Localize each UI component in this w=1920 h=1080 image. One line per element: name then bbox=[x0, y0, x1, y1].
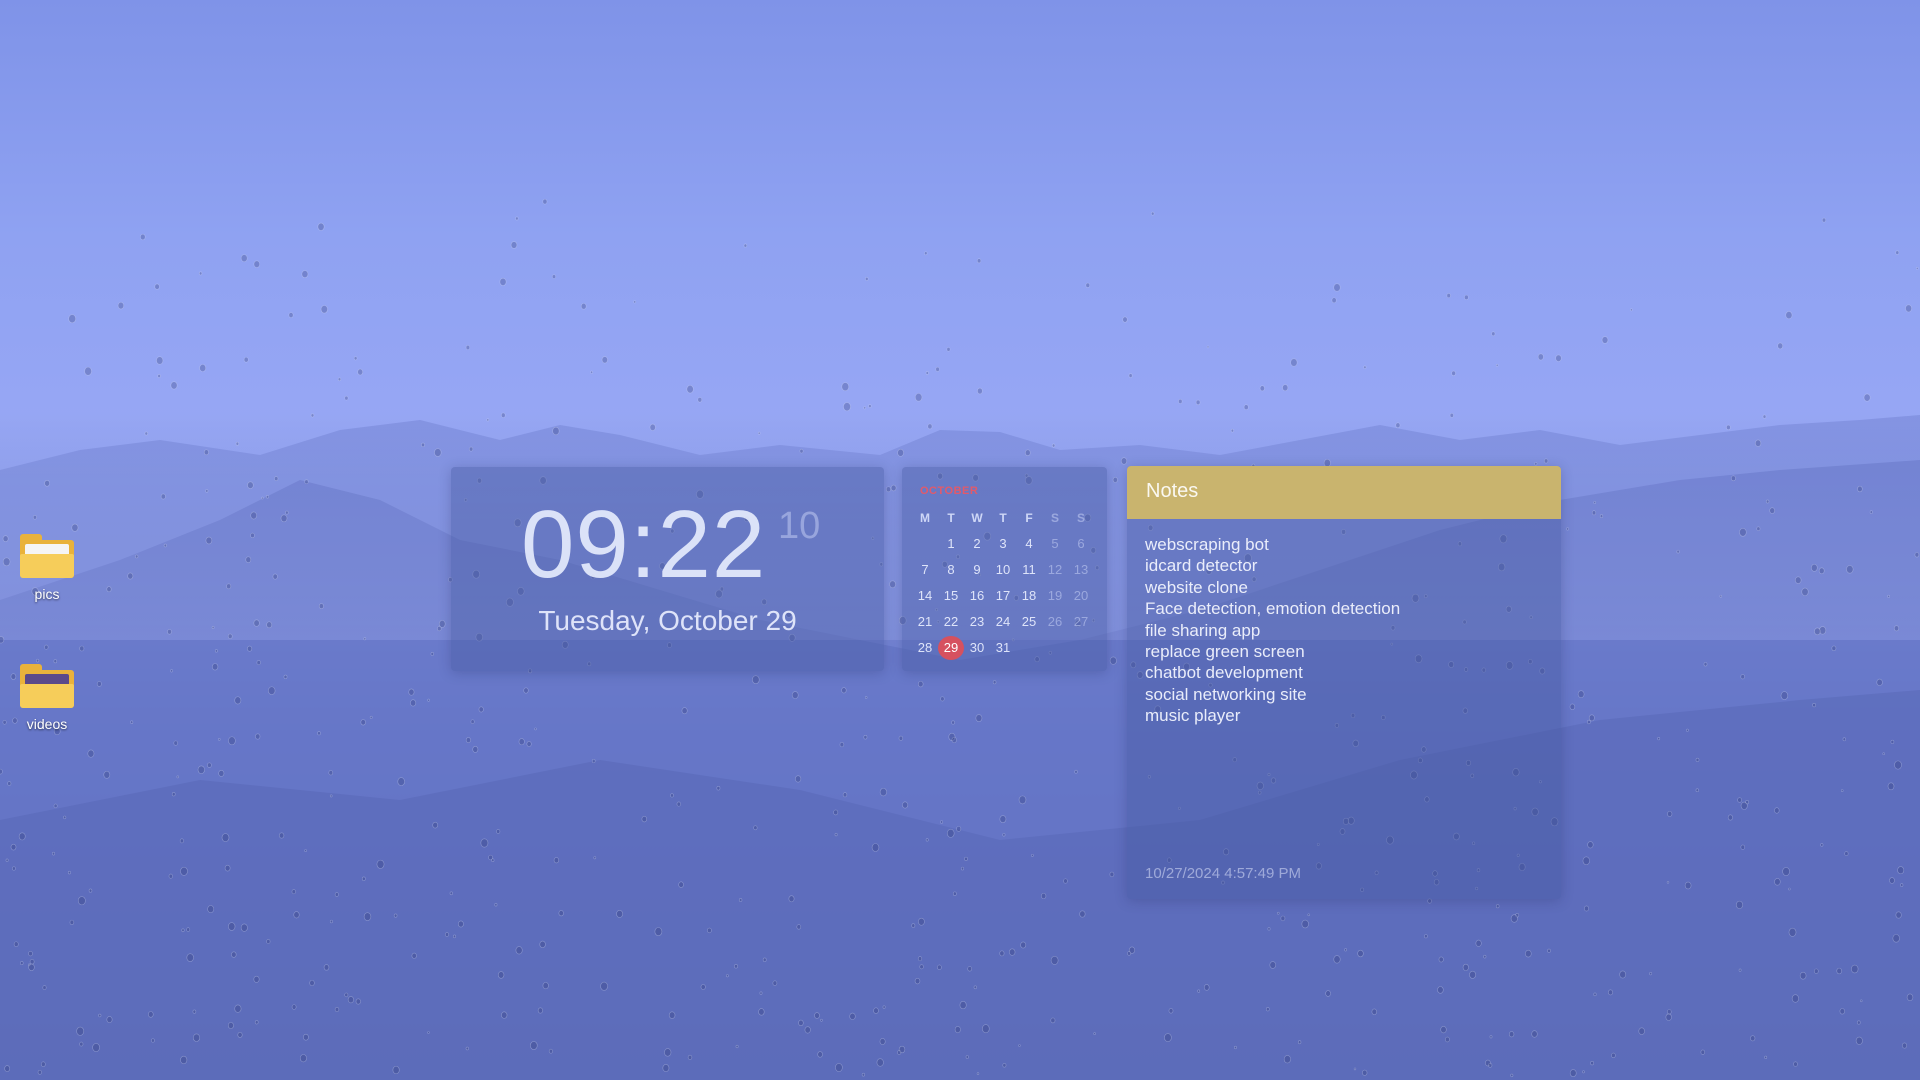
clock-time: 09:22 bbox=[521, 491, 767, 598]
calendar-day[interactable]: 4 bbox=[1016, 532, 1042, 556]
calendar-weekday: S bbox=[1076, 511, 1085, 525]
desktop-background: pics videos 09:22 10 Tuesday, October 29… bbox=[0, 0, 1920, 1080]
calendar-day[interactable]: 14 bbox=[912, 584, 938, 608]
calendar-weekday: S bbox=[1050, 511, 1059, 525]
calendar-empty-cell bbox=[1016, 636, 1042, 660]
calendar-day[interactable]: 27 bbox=[1068, 610, 1094, 634]
desktop-icon-label: videos bbox=[26, 716, 68, 732]
calendar-day[interactable]: 23 bbox=[964, 610, 990, 634]
calendar-day[interactable]: 9 bbox=[964, 558, 990, 582]
calendar-week-row: 7 8 9 10 11 12 13 bbox=[912, 557, 1102, 583]
folder-icon bbox=[20, 534, 74, 578]
clock-date: Tuesday, October 29 bbox=[538, 605, 797, 636]
desktop-icon-label: pics bbox=[34, 586, 60, 602]
calendar-day[interactable]: 2 bbox=[964, 532, 990, 556]
calendar-weekday: T bbox=[947, 511, 955, 525]
calendar-day[interactable]: 26 bbox=[1042, 610, 1068, 634]
calendar-empty-cell bbox=[1068, 636, 1094, 660]
desktop-icon-pics[interactable]: pics bbox=[7, 534, 87, 602]
calendar-day[interactable]: 12 bbox=[1042, 558, 1068, 582]
calendar-weekday: W bbox=[971, 511, 983, 525]
calendar-day[interactable]: 25 bbox=[1016, 610, 1042, 634]
calendar-week-row: 21 22 23 24 25 26 27 bbox=[912, 609, 1102, 635]
calendar-day[interactable]: 3 bbox=[990, 532, 1016, 556]
note-item[interactable]: social networking site bbox=[1145, 684, 1400, 705]
calendar-empty-cell bbox=[1042, 636, 1068, 660]
notes-list[interactable]: webscraping bot idcard detector website … bbox=[1145, 534, 1400, 727]
notes-header: Notes bbox=[1127, 466, 1561, 519]
calendar-day[interactable]: 10 bbox=[990, 558, 1016, 582]
calendar-day[interactable]: 8 bbox=[938, 558, 964, 582]
note-item[interactable]: website clone bbox=[1145, 577, 1400, 598]
calendar-week-row: 28 29 30 31 bbox=[912, 635, 1102, 661]
calendar-day-today[interactable]: 29 bbox=[938, 636, 964, 660]
calendar-day[interactable]: 1 bbox=[938, 532, 964, 556]
calendar-day[interactable]: 30 bbox=[964, 636, 990, 660]
calendar-day[interactable]: 17 bbox=[990, 584, 1016, 608]
calendar-month: OCTOBER bbox=[920, 485, 979, 497]
calendar-day[interactable]: 11 bbox=[1016, 558, 1042, 582]
note-item[interactable]: file sharing app bbox=[1145, 620, 1400, 641]
note-item[interactable]: chatbot development bbox=[1145, 662, 1400, 683]
calendar-day[interactable]: 24 bbox=[990, 610, 1016, 634]
calendar-day[interactable]: 6 bbox=[1068, 532, 1094, 556]
clock-seconds: 10 bbox=[778, 505, 821, 547]
note-item[interactable]: idcard detector bbox=[1145, 555, 1400, 576]
calendar-day[interactable]: 15 bbox=[938, 584, 964, 608]
calendar-day[interactable]: 13 bbox=[1068, 558, 1094, 582]
calendar-week-row: 123456 bbox=[912, 531, 1102, 557]
calendar-weekday: T bbox=[999, 511, 1007, 525]
calendar-day[interactable]: 31 bbox=[990, 636, 1016, 660]
desktop-icon-videos[interactable]: videos bbox=[7, 664, 87, 732]
calendar-day[interactable]: 20 bbox=[1068, 584, 1094, 608]
calendar-day[interactable]: 21 bbox=[912, 610, 938, 634]
notes-title: Notes bbox=[1146, 480, 1199, 502]
calendar-day[interactable]: 19 bbox=[1042, 584, 1068, 608]
calendar-weekday: M bbox=[920, 511, 930, 525]
calendar-empty-cell bbox=[912, 532, 938, 556]
calendar-day[interactable]: 28 bbox=[912, 636, 938, 660]
note-item[interactable]: Face detection, emotion detection bbox=[1145, 598, 1400, 619]
calendar-day[interactable]: 18 bbox=[1016, 584, 1042, 608]
calendar-day[interactable]: 22 bbox=[938, 610, 964, 634]
notes-timestamp: 10/27/2024 4:57:49 PM bbox=[1145, 865, 1301, 882]
calendar-weekday-row: M T W T F S S bbox=[912, 505, 1102, 531]
calendar-week-row: 14 15 16 17 18 19 20 bbox=[912, 583, 1102, 609]
note-item[interactable]: music player bbox=[1145, 705, 1400, 726]
calendar-weekday: F bbox=[1025, 511, 1033, 525]
notes-widget: Notes webscraping bot idcard detector we… bbox=[1127, 466, 1561, 899]
calendar-day[interactable]: 7 bbox=[912, 558, 938, 582]
folder-icon bbox=[20, 664, 74, 708]
calendar-day[interactable]: 5 bbox=[1042, 532, 1068, 556]
calendar-widget: OCTOBER M T W T F S S 1 2 3 4 5 6 7 8 9 10 11 12 13 1… bbox=[902, 467, 1107, 671]
calendar-grid: M T W T F S S 1 2 3 4 5 6 7 8 9 10 11 12 13 14 15 16 17 1… bbox=[912, 505, 1102, 661]
calendar-day[interactable]: 16 bbox=[964, 584, 990, 608]
note-item[interactable]: replace green screen bbox=[1145, 641, 1400, 662]
clock-widget: 09:22 10 Tuesday, October 29 bbox=[451, 467, 884, 671]
note-item[interactable]: webscraping bot bbox=[1145, 534, 1400, 555]
